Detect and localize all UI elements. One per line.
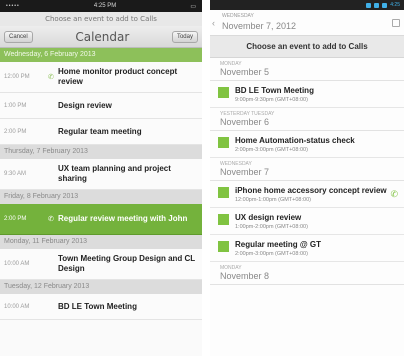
status-time: 4:25 PM	[93, 3, 117, 9]
calendar-color-swatch	[218, 137, 229, 148]
calendar-color-swatch	[218, 241, 229, 252]
event-row[interactable]: 12:00 PM ✆ Home monitor product concept re…	[0, 62, 202, 93]
event-item[interactable]: Home Automation-status check 2:00pm-3:00p…	[210, 131, 404, 158]
status-time: 4:25	[390, 2, 400, 8]
day-header: MONDAY November 8	[210, 262, 404, 285]
android-event-list: MONDAY November 5 BD LE Town Meeting 9:00pm…	[210, 58, 404, 285]
event-body: UX design review 1:00pm-2:00pm (GMT+08:00…	[235, 213, 398, 230]
event-title: UX team planning and project sharing	[58, 164, 171, 183]
event-item[interactable]: BD LE Town Meeting 9:00pm-9:30pm (GMT+08:…	[210, 81, 404, 108]
event-time: 12:00pm-1:00pm (GMT+08:00)	[235, 197, 311, 203]
day-date: November 6	[220, 117, 270, 127]
android-prompt: Choose an event to add to Calls	[210, 36, 404, 58]
ios-calendar-screen: ••••• 4:25 PM ▭ Choose an event to add t…	[0, 0, 202, 356]
event-item[interactable]: iPhone home accessory concept review 12:0…	[210, 181, 404, 208]
phone-icon: ✆	[48, 74, 54, 81]
day-header: YESTERDAY TUESDAY November 6	[210, 108, 404, 131]
event-time: 9:00pm-9:30pm (GMT+08:00)	[235, 97, 308, 103]
event-row[interactable]: 2:00 PM ✆ Regular review meeting with John	[0, 204, 202, 235]
day-date: November 7	[220, 167, 270, 177]
battery-icon: ▭	[190, 3, 196, 10]
calendar-color-swatch	[218, 214, 229, 225]
event-title: Home Automation-status check	[235, 136, 355, 145]
day-date: November 5	[220, 67, 270, 77]
ios-status-bar: ••••• 4:25 PM ▭	[0, 0, 202, 12]
android-header: ‹ WEDNESDAY November 7, 2012	[210, 10, 404, 36]
event-title: iPhone home accessory concept review	[235, 186, 387, 195]
event-time: 12:00 PM	[4, 74, 30, 80]
cancel-button[interactable]: Cancel	[4, 30, 33, 43]
day-header: Thursday, 7 February 2013	[0, 145, 202, 159]
event-title: BD LE Town Meeting	[58, 301, 137, 311]
ios-event-list: Wednesday, 6 February 2013 12:00 PM ✆ Home …	[0, 48, 202, 320]
header-weekday: WEDNESDAY	[222, 13, 254, 19]
page-title: Calendar	[75, 29, 130, 44]
calendar-icon[interactable]	[392, 19, 400, 27]
event-row[interactable]: 2:00 PM Regular team meeting	[0, 119, 202, 145]
signal-icon	[374, 2, 380, 8]
day-header: MONDAY November 5	[210, 58, 404, 81]
event-title: Regular meeting @ GT	[235, 240, 322, 249]
event-title: Home monitor product concept review	[58, 67, 178, 86]
chevron-left-icon[interactable]: ‹	[212, 18, 222, 28]
day-header: Monday, 11 February 2013	[0, 235, 202, 249]
day-header: WEDNESDAY November 7	[210, 158, 404, 181]
event-item[interactable]: Regular meeting @ GT 2:00pm-3:00pm (GMT+0…	[210, 235, 404, 262]
header-date: November 7, 2012	[222, 21, 297, 31]
event-time: 1:00 PM	[4, 102, 27, 109]
event-time: 10:00 AM	[4, 261, 30, 267]
android-status-bar: 4:25	[210, 0, 404, 10]
calendar-color-swatch	[218, 187, 229, 198]
event-time: 2:00pm-3:00pm (GMT+08:00)	[235, 147, 308, 153]
event-title: Town Meeting Group Design and CL Design	[58, 254, 196, 273]
event-title: Regular review meeting with John	[58, 214, 188, 223]
event-time: 2:00 PM	[4, 216, 27, 222]
event-title: Regular team meeting	[58, 126, 142, 136]
signal-icon: •••••	[6, 3, 20, 9]
event-time: 1:00pm-2:00pm (GMT+08:00)	[235, 224, 308, 230]
calendar-color-swatch	[218, 87, 229, 98]
event-time: 2:00pm-3:00pm (GMT+08:00)	[235, 251, 308, 257]
ios-nav-bar: Cancel Calendar Today	[0, 26, 202, 48]
event-body: Home Automation-status check 2:00pm-3:00p…	[235, 136, 398, 153]
day-header: Wednesday, 6 February 2013	[0, 48, 202, 62]
today-button[interactable]: Today	[171, 30, 198, 43]
event-title: Design review	[58, 100, 112, 110]
event-title: BD LE Town Meeting	[235, 86, 314, 95]
event-time: 10:00 AM	[4, 303, 30, 310]
phone-icon: ✆	[48, 216, 54, 223]
event-body: iPhone home accessory concept review 12:0…	[235, 186, 398, 203]
event-time: 9:30 AM	[4, 171, 27, 177]
day-header: Tuesday, 12 February 2013	[0, 280, 202, 294]
day-date: November 8	[220, 271, 270, 281]
android-calendar-screen: 4:25 ‹ WEDNESDAY November 7, 2012 Choose…	[210, 0, 404, 356]
event-row[interactable]: 9:30 AM UX team planning and project shar…	[0, 159, 202, 190]
event-row[interactable]: 1:00 PM Design review	[0, 93, 202, 119]
event-row[interactable]: 10:00 AM BD LE Town Meeting	[0, 294, 202, 320]
wifi-icon	[366, 2, 372, 8]
event-row[interactable]: 10:00 AM Town Meeting Group Design and CL…	[0, 249, 202, 280]
event-title: UX design review	[235, 213, 302, 222]
ios-prompt: Choose an event to add to Calls	[0, 12, 202, 26]
day-header: Friday, 8 February 2013	[0, 190, 202, 204]
event-body: BD LE Town Meeting 9:00pm-9:30pm (GMT+08:…	[235, 86, 398, 103]
event-body: Regular meeting @ GT 2:00pm-3:00pm (GMT+0…	[235, 240, 398, 257]
event-time: 2:00 PM	[4, 128, 27, 135]
phone-icon[interactable]: ✆	[390, 189, 398, 200]
event-item[interactable]: UX design review 1:00pm-2:00pm (GMT+08:00…	[210, 208, 404, 235]
battery-icon	[382, 2, 388, 8]
